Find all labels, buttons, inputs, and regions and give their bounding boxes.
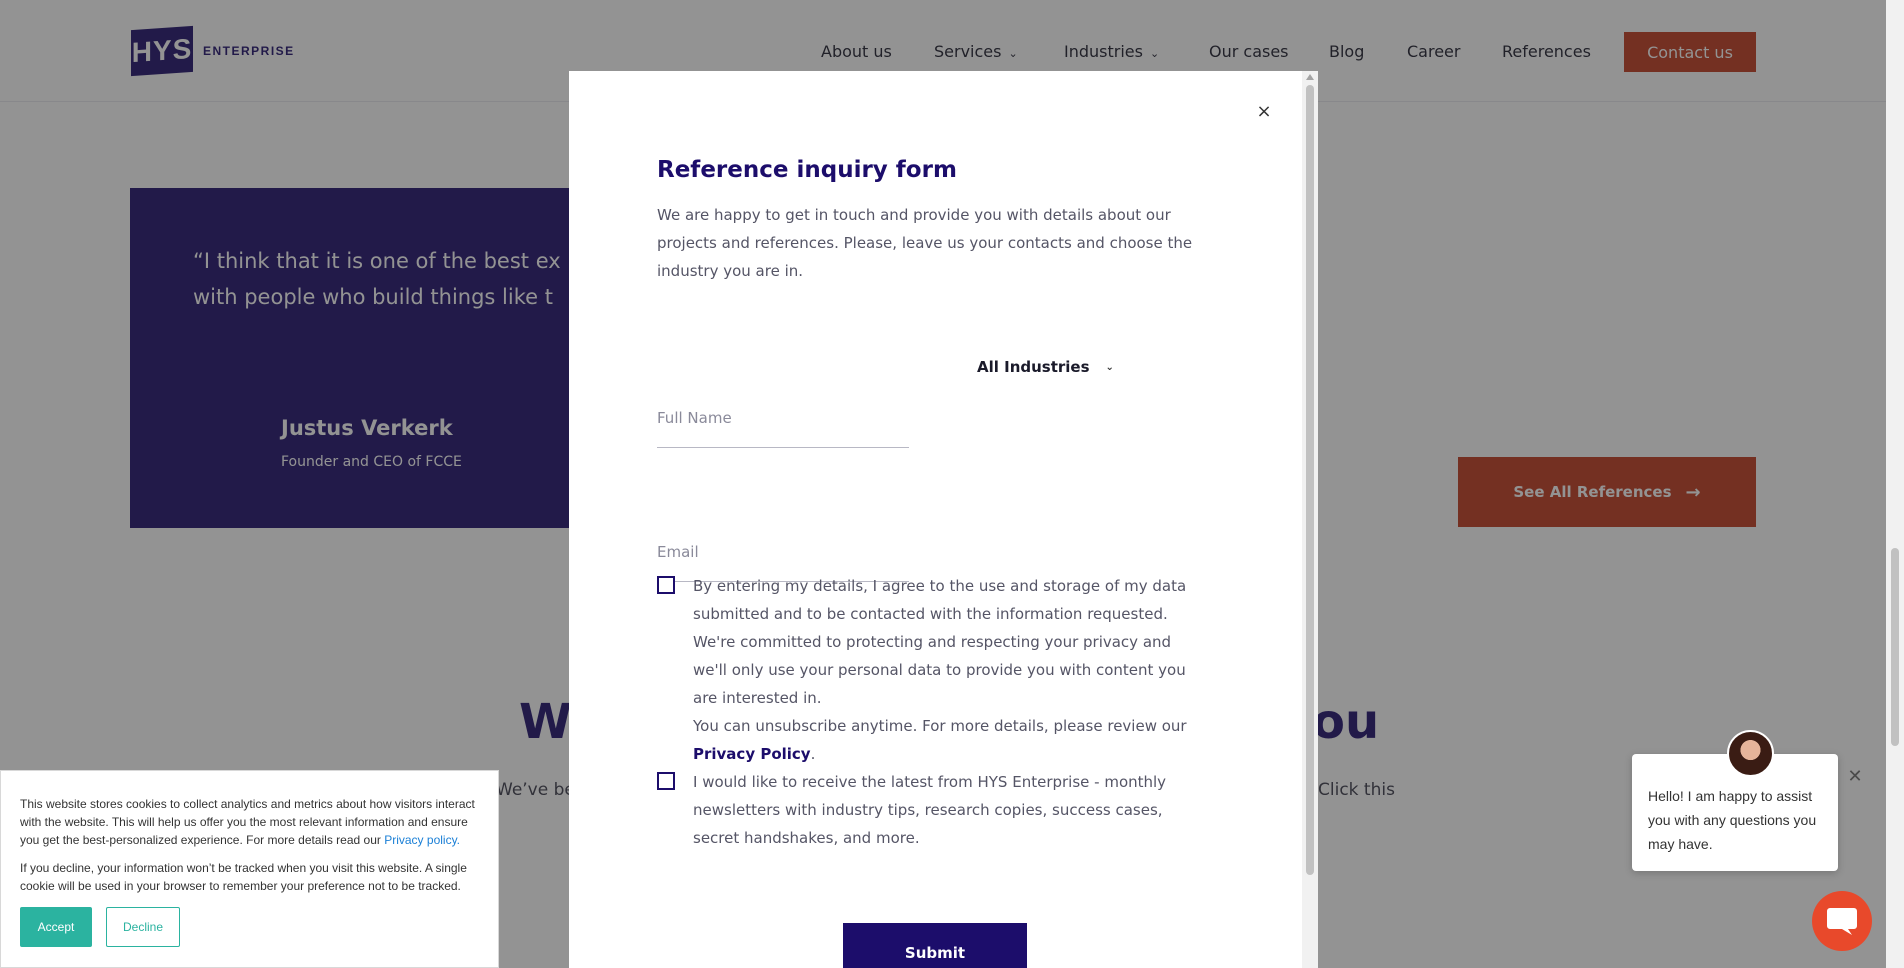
cookie-text: This website stores cookies to collect a… bbox=[20, 795, 490, 849]
full-name-field[interactable] bbox=[657, 391, 909, 448]
chevron-down-icon: ⌄ bbox=[1105, 361, 1114, 373]
page-scrollbar-thumb[interactable] bbox=[1891, 548, 1899, 746]
newsletter-text: I would like to receive the latest from … bbox=[693, 773, 1167, 847]
cookie-decline-info: If you decline, your information won’t b… bbox=[20, 861, 467, 893]
submit-button[interactable]: Submit bbox=[843, 923, 1027, 968]
chat-agent-avatar bbox=[1727, 730, 1774, 777]
modal-scrollbar[interactable] bbox=[1302, 71, 1318, 968]
accept-cookies-button[interactable]: Accept bbox=[20, 907, 92, 947]
modal-description: We are happy to get in touch and provide… bbox=[657, 206, 1193, 280]
full-name-input[interactable] bbox=[657, 391, 909, 445]
consent-checkbox[interactable] bbox=[657, 576, 675, 594]
privacy-line: Privacy Policy. bbox=[693, 745, 816, 763]
consent-text: By entering my details, I agree to the u… bbox=[693, 572, 1193, 768]
unsubscribe-text: You can unsubscribe anytime. For more de… bbox=[693, 712, 1193, 740]
close-icon[interactable]: ✕ bbox=[1843, 764, 1867, 788]
chat-launcher-button[interactable] bbox=[1812, 891, 1872, 951]
page-scrollbar[interactable] bbox=[1886, 0, 1904, 968]
consent-body: By entering my details, I agree to the u… bbox=[693, 577, 1187, 707]
cookie-privacy-link[interactable]: Privacy policy. bbox=[384, 833, 460, 847]
scroll-up-icon[interactable] bbox=[1306, 74, 1314, 80]
newsletter-checkbox[interactable] bbox=[657, 772, 675, 790]
email-input[interactable] bbox=[657, 525, 909, 579]
chat-message: Hello! I am happy to assist you with any… bbox=[1648, 788, 1817, 852]
close-icon[interactable]: × bbox=[1252, 99, 1276, 123]
decline-cookies-button[interactable]: Decline bbox=[106, 907, 180, 947]
chat-icon bbox=[1827, 908, 1857, 935]
modal-title: Reference inquiry form bbox=[657, 157, 957, 183]
modal-scrollbar-thumb[interactable] bbox=[1306, 85, 1314, 875]
cookie-banner: This website stores cookies to collect a… bbox=[0, 770, 499, 968]
industry-select[interactable]: All Industries ⌄ bbox=[977, 352, 1137, 382]
unsubscribe-label: You can unsubscribe anytime. For more de… bbox=[693, 717, 1187, 735]
reference-inquiry-modal: × Reference inquiry form We are happy to… bbox=[569, 71, 1318, 968]
industry-select-value: All Industries bbox=[977, 358, 1090, 376]
privacy-policy-link[interactable]: Privacy Policy bbox=[693, 745, 811, 763]
